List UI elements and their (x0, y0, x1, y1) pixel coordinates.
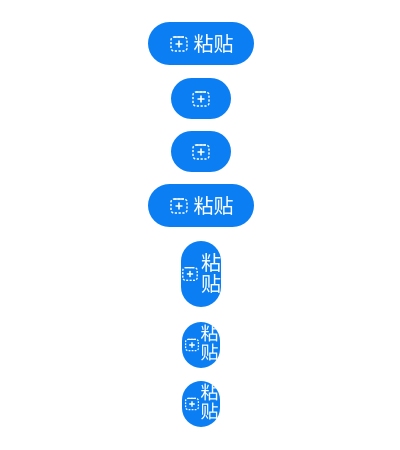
paste-icon (181, 265, 199, 283)
paste-button-2[interactable] (171, 78, 231, 119)
paste-button-6[interactable]: 粘贴 (182, 322, 220, 368)
paste-icon (184, 337, 200, 353)
paste-button-5[interactable]: 粘贴 (181, 241, 221, 307)
paste-button-1[interactable]: 粘贴 (148, 22, 254, 65)
paste-icon (191, 142, 211, 162)
paste-button-label: 粘贴 (201, 251, 221, 296)
paste-button-3[interactable] (171, 131, 231, 172)
paste-icon (191, 89, 211, 109)
paste-icon (184, 396, 200, 412)
paste-button-7[interactable]: 粘贴 (182, 381, 220, 427)
paste-icon (169, 34, 189, 54)
paste-icon (169, 196, 189, 216)
paste-button-label: 粘贴 (193, 193, 234, 218)
paste-button-label: 粘贴 (200, 383, 219, 423)
paste-button-label: 粘贴 (193, 31, 234, 56)
paste-button-label: 粘贴 (200, 324, 219, 364)
paste-button-4[interactable]: 粘贴 (148, 184, 254, 227)
